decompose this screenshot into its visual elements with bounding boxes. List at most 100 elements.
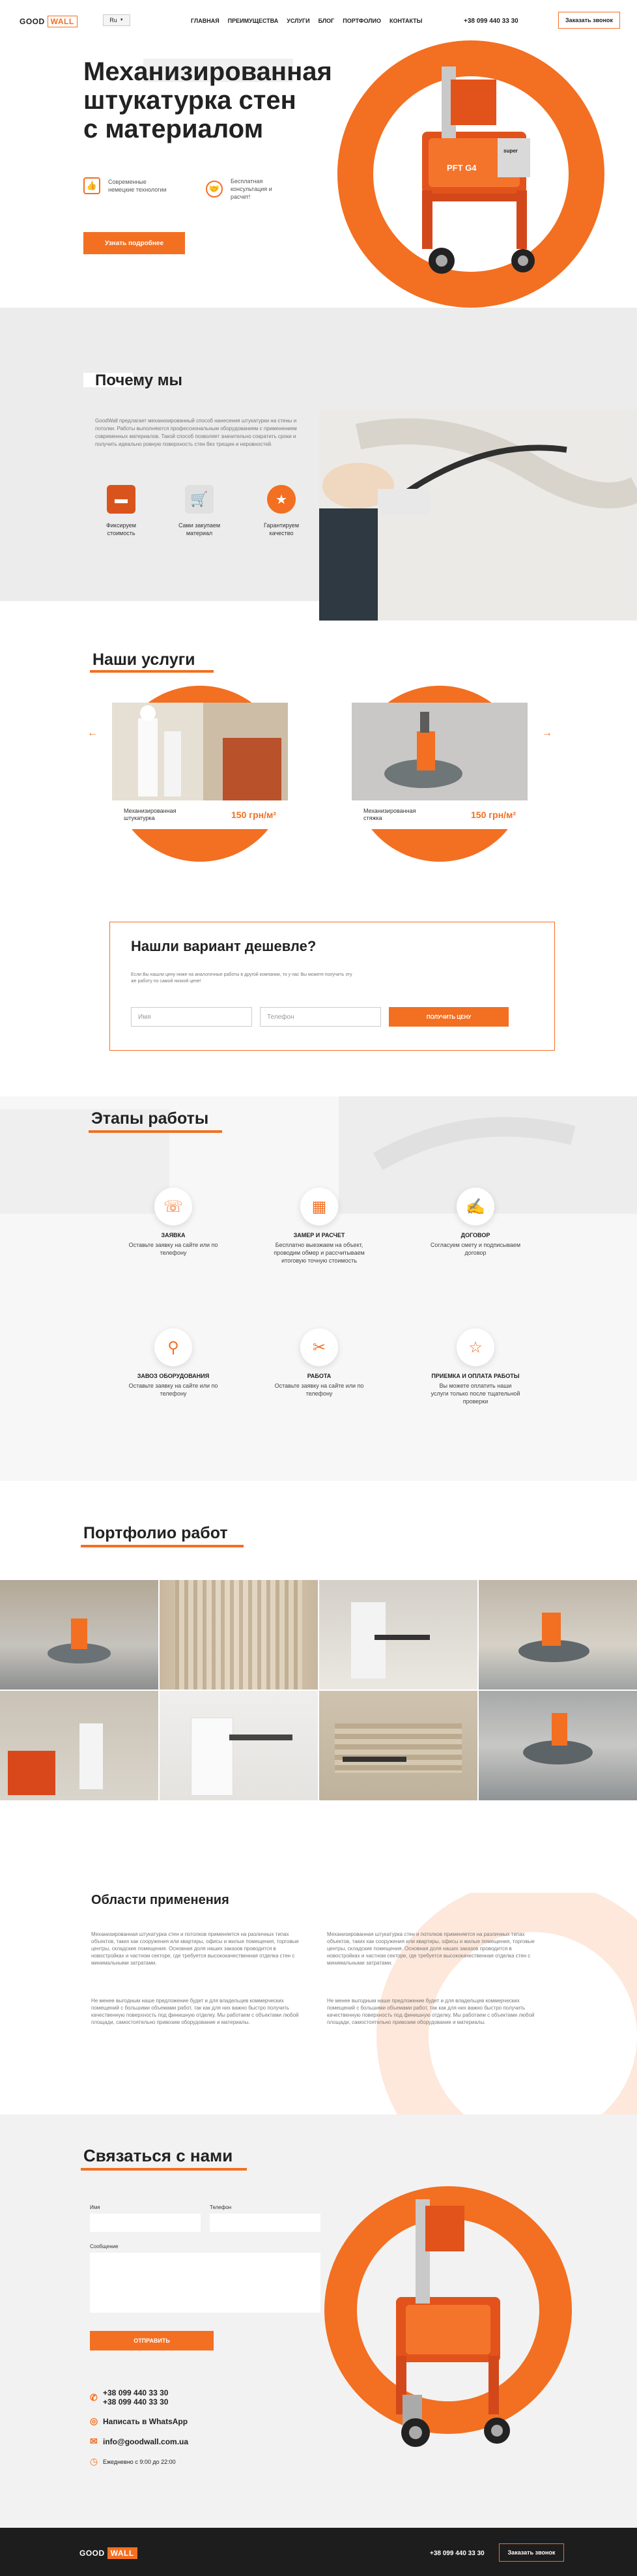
stage-item-acceptance: ☆ ПРИЕМКА И ОПЛАТА РАБОТЫ Вы можете опла… [430,1328,521,1405]
portfolio-title: Портфолио работ [83,1524,228,1542]
services-title-wrap: Наши услуги [90,651,214,673]
areas-col2-p2: Не менее выгодным наше предложение будет… [327,1998,535,2025]
contact-info: ✆ +38 099 440 33 30 +38 099 440 33 30 ◎ … [90,2388,188,2467]
portfolio-photo[interactable] [479,1691,637,1800]
hero-section: Механизированная штукатурка стен с матер… [0,40,637,308]
portfolio-section: Портфолио работ [0,1481,637,1854]
next-arrow-icon[interactable]: → [542,727,552,739]
cheaper-name-input[interactable]: Имя [131,1007,252,1027]
main-nav: ГЛАВНАЯ ПРЕИМУЩЕСТВА УСЛУГИ БЛОГ ПОРТФОЛ… [191,18,431,24]
contact-phones[interactable]: ✆ +38 099 440 33 30 +38 099 440 33 30 [90,2388,188,2407]
nav-portfolio[interactable]: ПОРТФОЛИО [343,18,381,24]
stage-item-equipment: ⚲ ЗАВОЗ ОБОРУДОВАНИЯ Оставьте заявку на … [128,1328,219,1398]
services-title: Наши услуги [92,651,195,669]
hero-machine-illustration: super PFT G4 [337,40,604,308]
language-select[interactable]: Ru ▼ [103,14,130,26]
nav-advantages[interactable]: ПРЕИМУЩЕСТВА [228,18,279,24]
contact-hours: ◷ Ежедневно с 9:00 до 22:00 [90,2456,176,2466]
send-button[interactable]: ОТПРАВИТЬ [90,2331,214,2350]
footer-phone[interactable]: +38 099 440 33 30 [430,2550,485,2557]
stage-item-measure: ▦ ЗАМЕР И РАСЧЕТ Бесплатно выезжаем на о… [274,1188,365,1265]
nav-blog[interactable]: БЛОГ [318,18,335,24]
portfolio-photo[interactable] [479,1580,637,1690]
portfolio-photo[interactable] [319,1691,477,1800]
star-icon: ☆ [457,1328,494,1366]
name-label: Имя [90,2204,100,2210]
why-item-fixed-price: ▬ Фиксируем стоимость [95,485,147,537]
stages-section: Этапы работы ☏ ЗАЯВКА Оставьте заявку на… [0,1096,637,1481]
service-card-screed[interactable]: Механизированная стяжка 150 грн/м² [352,686,528,862]
contact-message-textarea[interactable] [90,2253,320,2313]
medal-icon: ★ [267,485,296,514]
why-photo-plastering [319,411,637,621]
service-photo-screed [352,703,528,800]
cheaper-box: Нашли вариант дешевле? Если Вы нашли цен… [109,922,555,1051]
learn-more-button[interactable]: Узнать подробнее [83,232,185,254]
clock-icon: ◷ [90,2456,98,2466]
portfolio-photo[interactable] [0,1580,158,1690]
nav-home[interactable]: ГЛАВНАЯ [191,18,219,24]
footer-logo[interactable]: GOOD WALL [79,2547,137,2559]
portfolio-photo[interactable] [319,1580,477,1690]
whatsapp-icon: ◎ [90,2416,98,2426]
contact-email[interactable]: ✉ info@goodwall.com.ua [90,2436,188,2447]
title-underline [81,2168,247,2171]
nav-services[interactable]: УСЛУГИ [287,18,309,24]
portfolio-grid [0,1580,637,1800]
logo-good-text: GOOD [20,17,45,26]
logo-wall-text: WALL [47,16,78,27]
service-photo-plaster [112,703,288,800]
cart-icon: 🛒 [185,485,214,514]
areas-section: Области применения Механизированная штук… [0,1854,637,2180]
logo[interactable]: GOOD WALL [20,16,78,27]
why-text: GoodWall предлагает механизированный спо… [95,418,297,447]
services-section: Наши услуги ← → Механизированная штукату… [0,601,637,894]
contact-section: Связаться с нами Имя Телефон Сообщение О… [0,2115,637,2528]
nav-contacts[interactable]: КОНТАКТЫ [389,18,422,24]
prev-arrow-icon[interactable]: ← [87,727,98,739]
handshake-icon: 🤝 [206,181,223,198]
cheaper-phone-input[interactable]: Телефон [260,1007,381,1027]
cheaper-title: Нашли вариант дешевле? [131,938,317,954]
calculator-icon: ▦ [300,1188,338,1225]
hero-title: Механизированная штукатурка стен с матер… [83,57,332,143]
contact-phone-input[interactable] [210,2214,320,2232]
footer-order-call-button[interactable]: Заказать звонок [499,2543,564,2562]
title-underline [90,670,214,673]
stages-title: Этапы работы [91,1109,209,1128]
portfolio-photo[interactable] [160,1691,318,1800]
header-phone[interactable]: +38 099 440 33 30 [464,18,518,25]
mail-icon: ✉ [90,2436,98,2446]
stage-item-contract: ✍ ДОГОВОР Согласуем смету и подписываем … [430,1188,521,1257]
landing-page: { "header": { "logo_good": "GOOD", "logo… [0,0,637,2576]
stage-item-request: ☏ ЗАЯВКА Оставьте заявку на сайте или по… [128,1188,219,1257]
portfolio-photo[interactable] [160,1580,318,1690]
contract-icon: ✍ [457,1188,494,1225]
stages-title-wrap: Этапы работы [89,1109,228,1133]
cheaper-text: Если Вы нашли цену ниже на аналогичные р… [131,973,352,984]
hero-feature-1: 👍 Современные немецкие технологии [83,177,168,194]
location-pin-icon: ⚲ [154,1328,192,1366]
tools-icon: ✂ [300,1328,338,1366]
service-caption: Механизированная стяжка 150 грн/м² [352,800,528,829]
service-card-plaster[interactable]: Механизированная штукатурка 150 грн/м² [112,686,288,862]
order-call-button[interactable]: Заказать звонок [558,12,620,29]
thumbs-up-icon: 👍 [83,177,100,194]
get-price-button[interactable]: ПОЛУЧИТЬ ЦЕНУ [389,1007,509,1027]
contact-name-input[interactable] [90,2214,201,2232]
portfolio-photo[interactable] [0,1691,158,1800]
message-label: Сообщение [90,2244,119,2249]
language-value: Ru [109,17,117,23]
contact-whatsapp[interactable]: ◎ Написать в WhatsApp [90,2416,188,2427]
title-underline [81,1545,244,1547]
footer: GOOD WALL +38 099 440 33 30 Заказать зво… [0,2528,637,2576]
why-title: Почему мы [95,372,182,389]
why-item-quality: ★ Гарантируем качество [255,485,307,537]
areas-col1-p2: Не менее выгодным наше предложение будет… [91,1998,299,2025]
areas-col2-p1: Механизированная штукатурка стен и потол… [327,1931,535,1966]
hero-feature-2: 🤝 Бесплатная консультация и расчет! [206,177,290,201]
contact-machine-illustration [324,2186,572,2447]
cheaper-section: Нашли вариант дешевле? Если Вы нашли цен… [0,894,637,1096]
contact-title: Связаться с нами [83,2146,233,2165]
service-caption: Механизированная штукатурка 150 грн/м² [112,800,288,829]
